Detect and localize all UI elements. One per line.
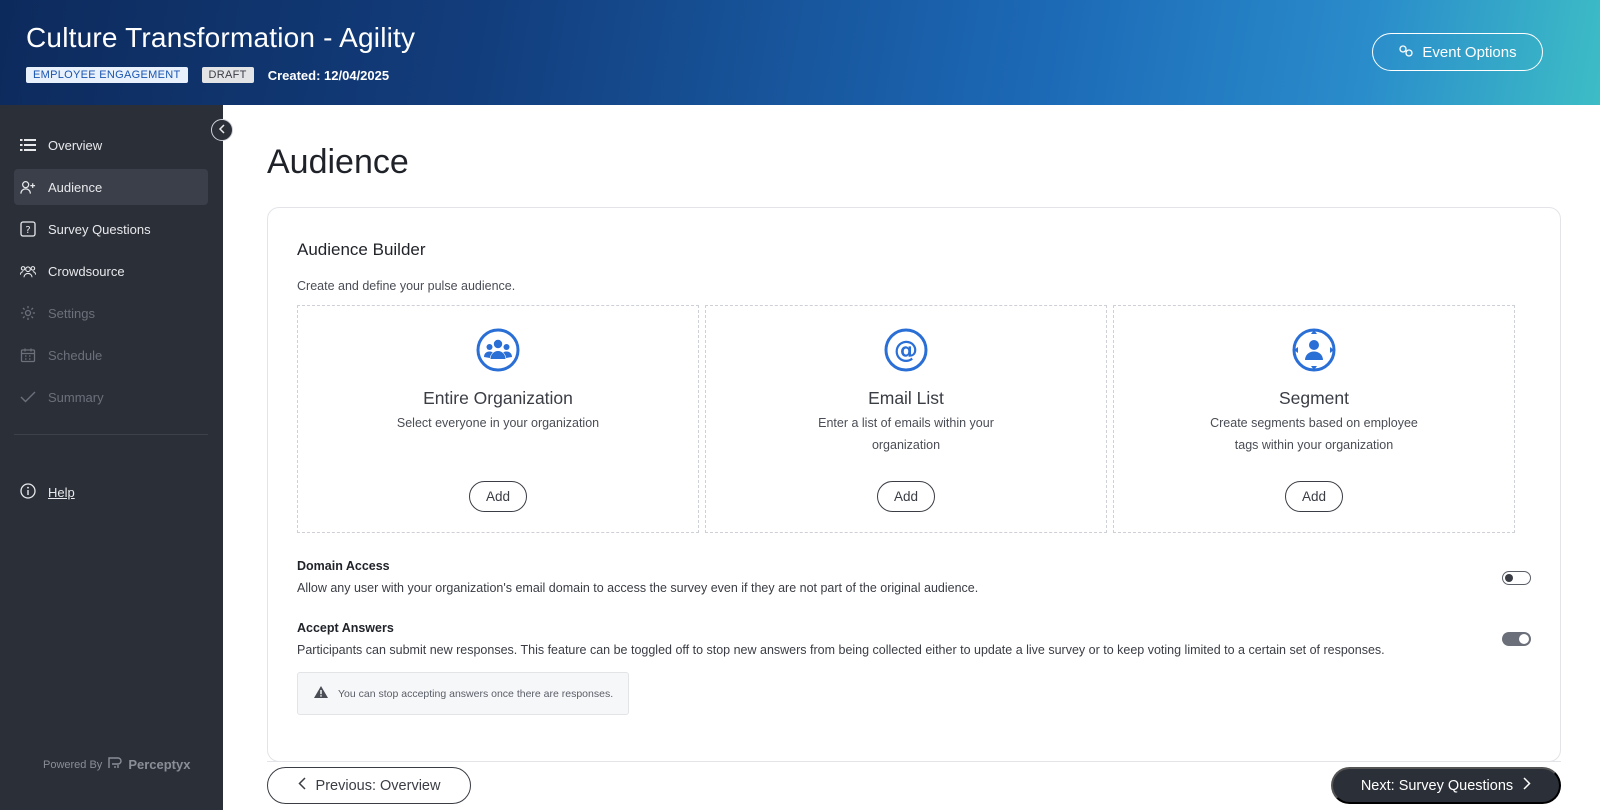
option-title: Entire Organization: [423, 388, 573, 408]
sidebar-item-crowdsource[interactable]: Crowdsource: [14, 253, 208, 289]
domain-access-description: Allow any user with your organization's …: [297, 581, 979, 595]
sidebar-item-label: Schedule: [48, 347, 103, 363]
domain-access-toggle[interactable]: [1502, 571, 1531, 585]
footer-divider: [267, 761, 1561, 762]
accept-answers-notice: You can stop accepting answers once ther…: [297, 672, 629, 715]
sidebar: Overview Audience ? Survey Questions Cro…: [0, 105, 223, 810]
list-icon: [20, 137, 36, 153]
created-date: Created: 12/04/2025: [267, 67, 390, 83]
next-survey-questions-button[interactable]: Next: Survey Questions: [1331, 767, 1561, 804]
powered-by: Powered By Perceptyx: [43, 757, 190, 772]
sidebar-item-label: Audience: [48, 179, 103, 195]
collapse-sidebar-button[interactable]: [211, 119, 233, 141]
option-description: Select everyone in your organization: [396, 416, 600, 430]
previous-overview-button[interactable]: Previous: Overview: [267, 767, 471, 804]
option-email-list: @ Email List Enter a list of emails with…: [705, 305, 1107, 533]
sidebar-item-label: Summary: [48, 389, 104, 405]
next-label: Next: Survey Questions: [1360, 777, 1514, 794]
page-title: Audience: [267, 143, 409, 181]
user-plus-icon: [20, 179, 36, 195]
info-icon: [20, 483, 36, 502]
sidebar-item-label: Survey Questions: [48, 221, 151, 237]
help-label: Help: [48, 485, 75, 500]
sidebar-item-schedule[interactable]: Schedule: [14, 337, 208, 373]
sidebar-divider: [14, 434, 208, 435]
option-title: Email List: [868, 388, 944, 408]
chevron-right-icon: [1523, 777, 1531, 794]
sidebar-item-settings[interactable]: Settings: [14, 295, 208, 331]
option-description: Enter a list of emails within your organ…: [818, 416, 994, 452]
page-event-title: Culture Transformation - Agility: [26, 22, 416, 53]
event-options-button[interactable]: Event Options: [1372, 33, 1543, 71]
toggle-knob: [1519, 634, 1529, 644]
option-entire-organization: Entire Organization Select everyone in y…: [297, 305, 699, 533]
option-description: Create segments based on employee tags w…: [1210, 416, 1418, 452]
chevron-left-icon: [218, 121, 226, 139]
notice-text: You can stop accepting answers once ther…: [338, 687, 614, 700]
status-badge: DRAFT: [201, 67, 254, 83]
sidebar-item-label: Overview: [48, 137, 103, 153]
audience-builder-subtitle: Create and define your pulse audience.: [297, 279, 516, 293]
svg-text:?: ?: [25, 225, 30, 236]
brand-logo-icon: [108, 757, 122, 772]
previous-label: Previous: Overview: [315, 777, 441, 794]
audience-builder-title: Audience Builder: [297, 240, 426, 259]
brand-name: Perceptyx: [128, 757, 191, 772]
link-icon: [1398, 44, 1414, 61]
accept-answers-toggle[interactable]: [1502, 632, 1531, 646]
event-meta: EMPLOYEE ENGAGEMENT DRAFT Created: 12/04…: [26, 67, 389, 83]
chevron-left-icon: [297, 777, 306, 794]
option-title: Segment: [1278, 388, 1350, 408]
add-segment-button[interactable]: Add: [1285, 481, 1343, 512]
gear-icon: [20, 305, 36, 321]
question-box-icon: ?: [20, 221, 36, 237]
sidebar-item-summary[interactable]: Summary: [14, 379, 208, 415]
sidebar-item-label: Crowdsource: [48, 263, 125, 279]
at-sign-icon: @: [884, 328, 928, 372]
sidebar-item-label: Settings: [48, 305, 95, 321]
toggle-knob: [1505, 573, 1513, 582]
accept-answers-title: Accept Answers: [297, 621, 394, 635]
event-options-label: Event Options: [1422, 43, 1517, 61]
sidebar-item-audience[interactable]: Audience: [14, 169, 208, 205]
calendar-icon: [20, 347, 36, 363]
powered-by-label: Powered By: [43, 758, 103, 771]
option-segment: Segment Create segments based on employe…: [1113, 305, 1515, 533]
accept-answers-description: Participants can submit new responses. T…: [297, 643, 1385, 657]
add-entire-organization-button[interactable]: Add: [469, 481, 527, 512]
add-email-list-button[interactable]: Add: [877, 481, 935, 512]
people-icon: [20, 263, 36, 279]
sidebar-item-overview[interactable]: Overview: [14, 127, 208, 163]
organization-icon: [476, 328, 520, 372]
sidebar-item-survey-questions[interactable]: ? Survey Questions: [14, 211, 208, 247]
check-icon: [20, 389, 36, 405]
audience-builder-card: Audience Builder Create and define your …: [267, 207, 1561, 762]
warning-icon: [314, 686, 328, 701]
domain-access-title: Domain Access: [297, 559, 390, 573]
event-header: Culture Transformation - Agility EMPLOYE…: [0, 0, 1600, 105]
help-link[interactable]: Help: [20, 483, 75, 502]
segment-icon: [1292, 328, 1336, 372]
sidebar-nav: Overview Audience ? Survey Questions Cro…: [14, 127, 208, 421]
svg-text:@: @: [894, 336, 918, 364]
event-type-badge: EMPLOYEE ENGAGEMENT: [26, 67, 188, 83]
